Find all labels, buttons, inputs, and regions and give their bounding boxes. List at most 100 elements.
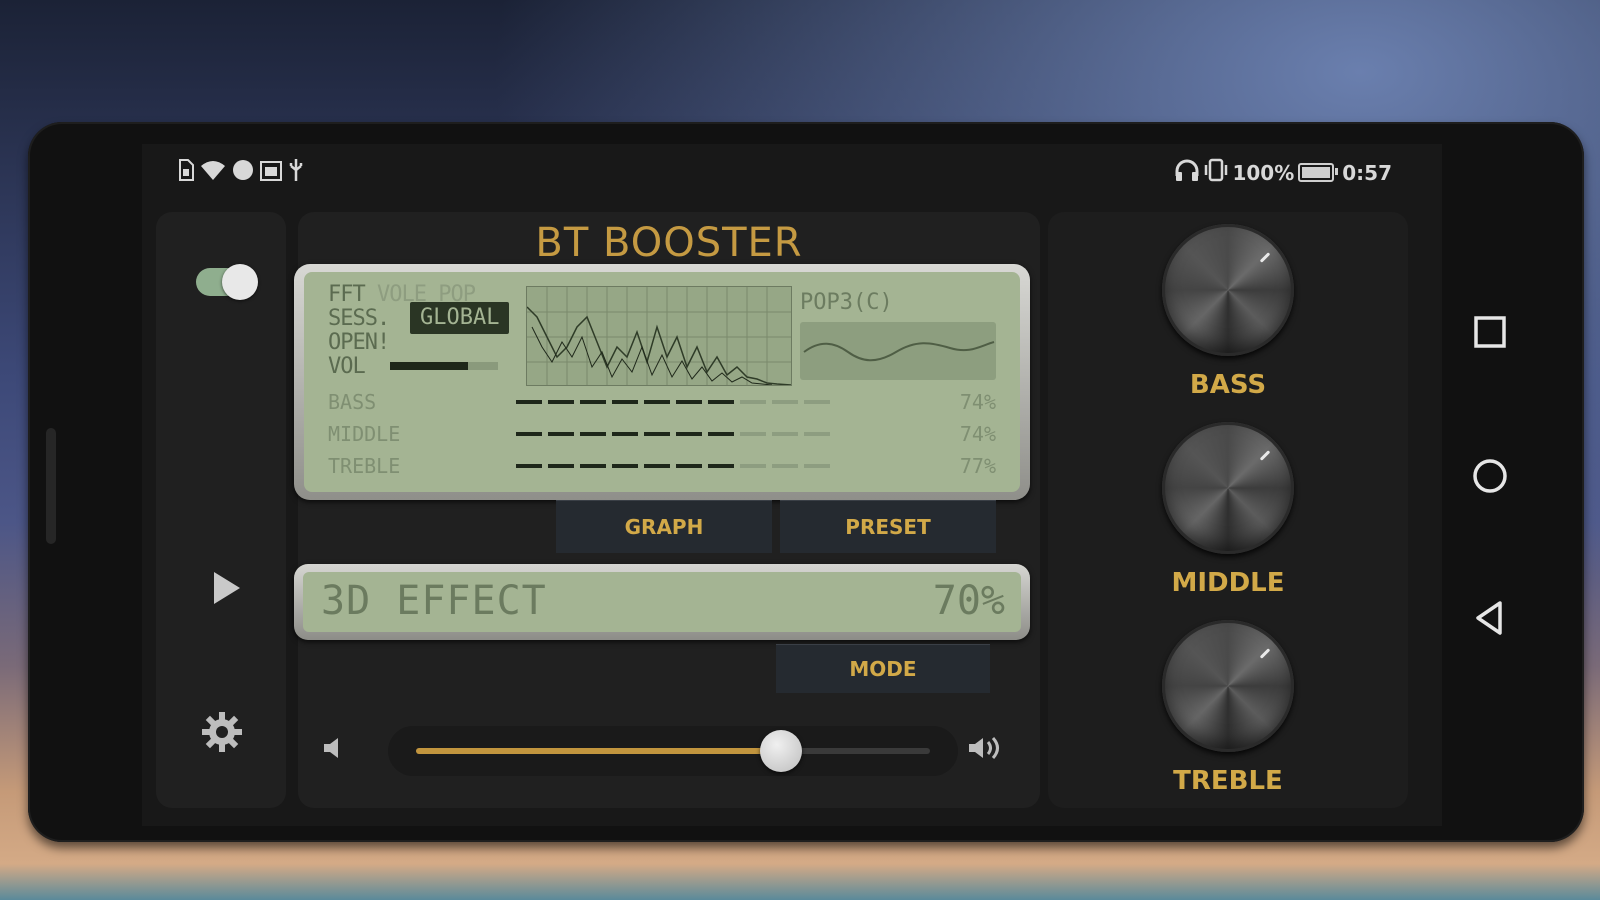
sim-card-icon [178, 159, 194, 186]
lcd-level-segment [548, 432, 574, 436]
lcd-level-segment [612, 400, 638, 404]
preset-button[interactable]: PRESET [780, 500, 996, 553]
preset-curve-svg [803, 341, 995, 362]
lcd-level-segment [676, 400, 702, 404]
lcd-level-segment [772, 432, 798, 436]
play-button[interactable] [204, 566, 248, 610]
middle-knob-pointer [1259, 450, 1271, 461]
toggle-knob [222, 264, 258, 300]
bass-knob-group: BASS [1048, 224, 1408, 400]
play-icon [214, 572, 240, 604]
lcd-level-segment [516, 432, 542, 436]
mode-button[interactable]: MODE [776, 644, 990, 693]
lcd-level-segment [580, 400, 606, 404]
lcd-volume-bar [390, 362, 498, 370]
volume-low-icon[interactable] [314, 732, 354, 772]
battery-percent: 100% [1232, 160, 1295, 185]
lcd-level-segment [644, 400, 670, 404]
effect-display[interactable]: 3D EFFECT 70% [294, 564, 1030, 640]
spectrum-graph [526, 286, 792, 386]
treble-knob[interactable] [1162, 620, 1294, 752]
lcd-level-segment [580, 464, 606, 468]
settings-button[interactable] [198, 710, 246, 758]
volume-high-icon[interactable] [964, 732, 1004, 772]
lcd-screen: FFT VOLE POP SESS. GLOBAL OPEN! VOL POP3… [304, 272, 1020, 492]
lcd-level-segment [740, 432, 766, 436]
volume-slider-thumb[interactable] [759, 730, 802, 772]
lcd-preset-name: POP3(C) [800, 290, 893, 315]
effect-lcd: 3D EFFECT 70% [303, 572, 1021, 632]
graph-button[interactable]: GRAPH [556, 500, 772, 553]
volume-slider[interactable] [388, 726, 958, 776]
effect-value: 70% [932, 578, 1005, 624]
lcd-open-label: OPEN! [328, 330, 390, 355]
lcd-level-segment [516, 464, 542, 468]
lcd-vol-label: VOL [328, 354, 366, 379]
lcd-level-segment [708, 400, 734, 404]
lcd-session-label: SESS. [328, 306, 390, 331]
lcd-level-segment [740, 400, 766, 404]
lcd-level-segment [772, 400, 798, 404]
lcd-level-segment [548, 464, 574, 468]
app-title: BT BOOSTER [535, 220, 803, 266]
sidebar-panel [156, 212, 286, 808]
phone-side-button [46, 428, 56, 544]
lcd-level-segment [516, 400, 542, 404]
lcd-row-label: MIDDLE [328, 422, 401, 446]
home-button[interactable] [1470, 456, 1510, 496]
treble-knob-label: TREBLE [1173, 766, 1283, 796]
lcd-display: FFT VOLE POP SESS. GLOBAL OPEN! VOL POP3… [294, 264, 1030, 500]
bass-knob-pointer [1259, 252, 1271, 263]
power-toggle[interactable] [196, 264, 258, 300]
volume-slider-track [416, 730, 930, 772]
lcd-row-percent: 74% [959, 422, 996, 446]
circle-icon [1473, 459, 1507, 493]
spectrum-graph-svg [526, 287, 792, 386]
back-button[interactable] [1470, 598, 1510, 638]
lcd-volume-fill [390, 362, 468, 370]
middle-knob-group: MIDDLE [1048, 422, 1408, 598]
lcd-level-segment [676, 464, 702, 468]
middle-knob-label: MIDDLE [1171, 568, 1285, 598]
bass-knob-label: BASS [1189, 370, 1267, 400]
status-bar: 100% 0:57 [142, 144, 1442, 204]
volume-slider-fill [416, 748, 781, 754]
lcd-level-segment [804, 400, 830, 404]
app-screen: 100% 0:57 BT BOOSTER FFT VOLE POP SESS. … [142, 144, 1442, 826]
lcd-level-segment [612, 464, 638, 468]
square-icon [1474, 316, 1506, 348]
lcd-level-segment [804, 464, 830, 468]
record-icon [232, 159, 254, 186]
lcd-level-segment [708, 432, 734, 436]
lcd-level-segment [548, 400, 574, 404]
recents-button[interactable] [1470, 312, 1510, 352]
preset-eq-curve [800, 322, 996, 380]
triangle-back-icon [1476, 601, 1502, 635]
bass-knob[interactable] [1162, 224, 1294, 356]
lcd-level-segment [612, 432, 638, 436]
lcd-level-segment [644, 432, 670, 436]
lcd-fft-text: FFT [328, 282, 366, 307]
treble-knob-pointer [1259, 648, 1271, 659]
battery-icon [1298, 163, 1339, 182]
treble-knob-group: TREBLE [1048, 620, 1408, 796]
tone-knob-panel: BASS MIDDLE TREBLE [1048, 212, 1408, 808]
session-badge: GLOBAL [410, 302, 510, 334]
lcd-row-percent: 77% [959, 454, 996, 478]
headphones-icon [1174, 158, 1200, 187]
lcd-row-level-bar [516, 432, 830, 436]
lcd-level-segment [708, 464, 734, 468]
clock: 0:57 [1342, 160, 1392, 185]
lcd-level-segment [676, 432, 702, 436]
vibrate-icon [1204, 158, 1228, 187]
lcd-row-percent: 74% [959, 390, 996, 414]
middle-knob[interactable] [1162, 422, 1294, 554]
volume-row [314, 722, 1034, 778]
gear-icon [202, 712, 242, 752]
wifi-icon [200, 159, 226, 186]
lcd-level-segment [644, 464, 670, 468]
lcd-level-segment [740, 464, 766, 468]
lcd-level-segment [772, 464, 798, 468]
lcd-row-label: TREBLE [328, 454, 401, 478]
lcd-level-segment [804, 432, 830, 436]
